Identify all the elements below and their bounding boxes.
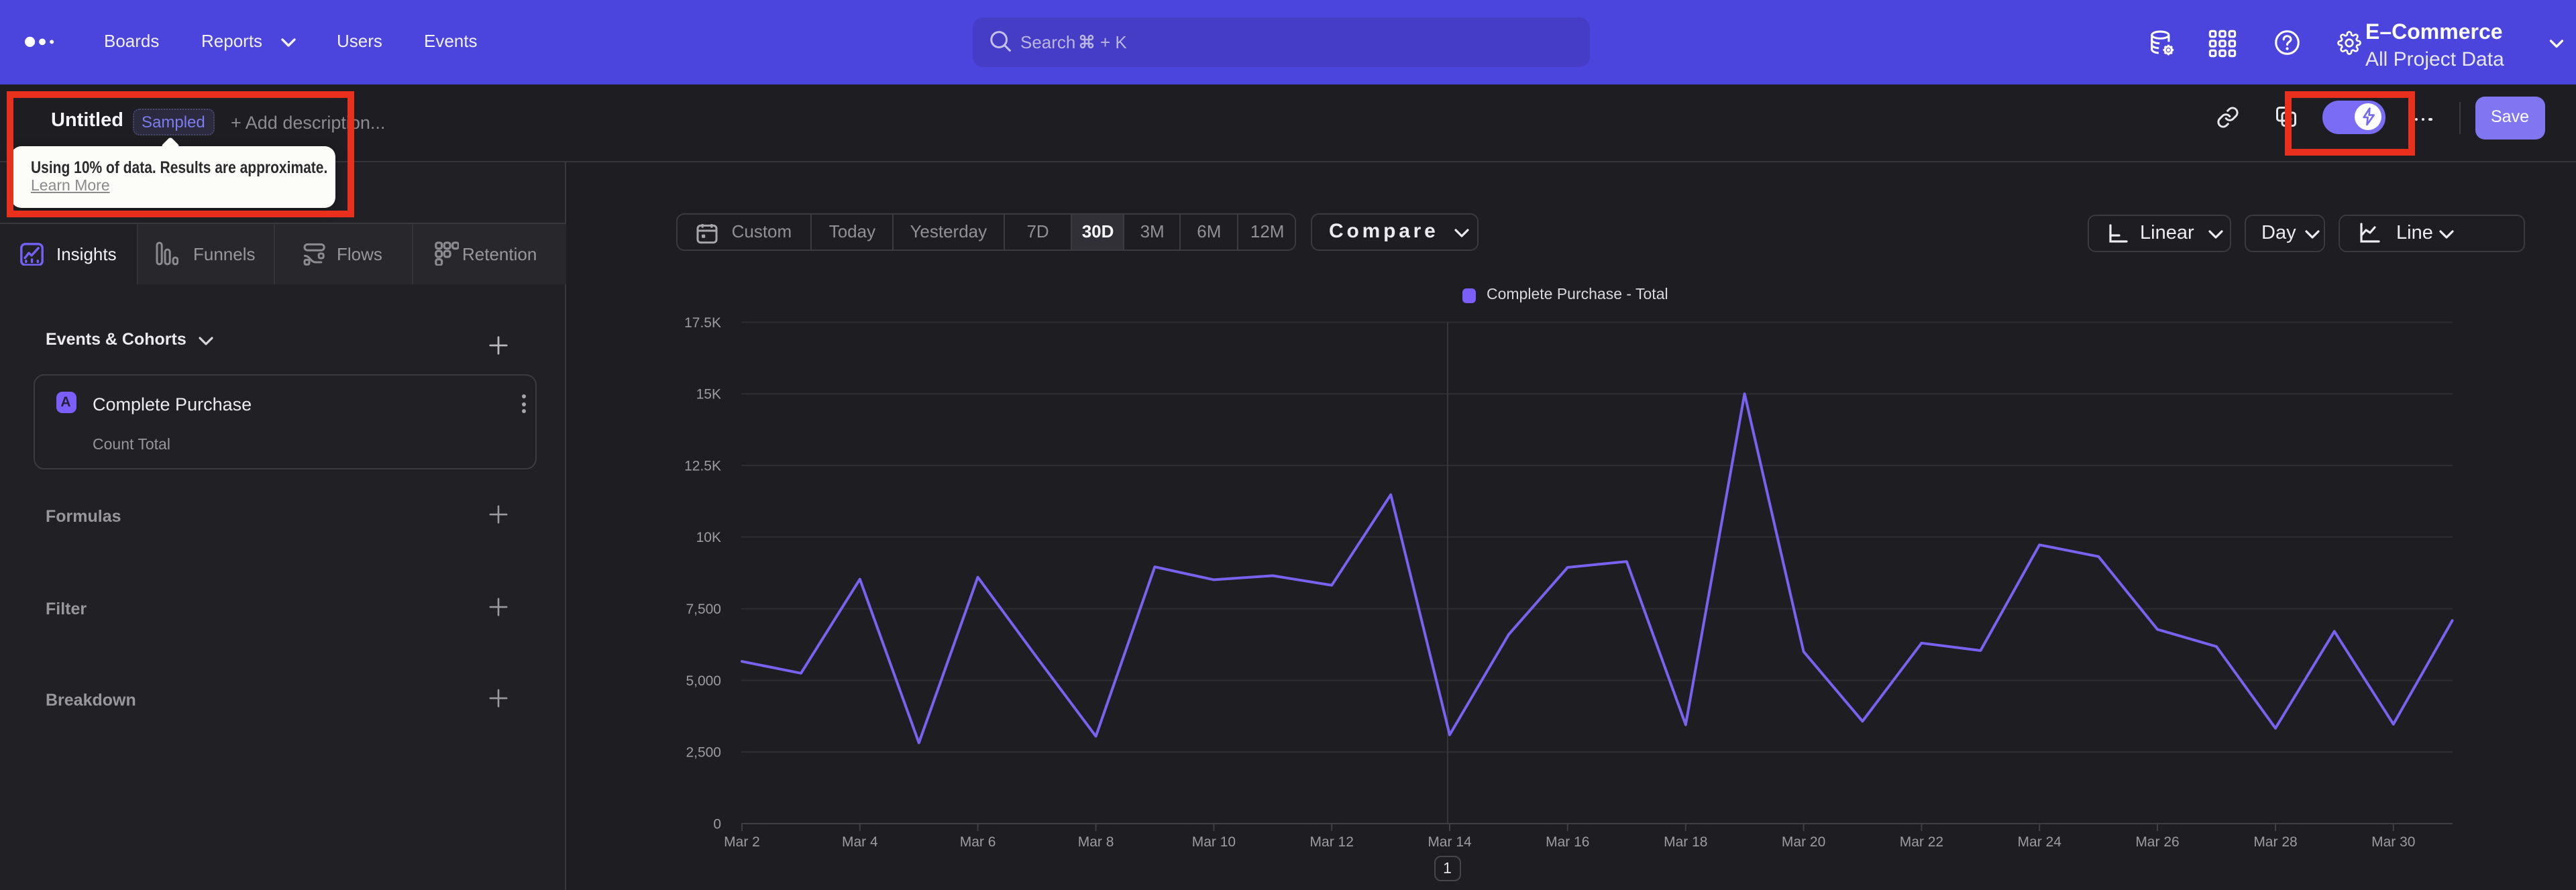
svg-text:Mar 6: Mar 6 (960, 834, 996, 850)
svg-text:Mar 10: Mar 10 (1192, 834, 1236, 850)
svg-text:0: 0 (713, 816, 721, 832)
svg-text:5,000: 5,000 (686, 673, 721, 689)
svg-text:Mar 18: Mar 18 (1664, 834, 1707, 850)
svg-text:12.5K: 12.5K (684, 458, 721, 474)
svg-text:Mar 14: Mar 14 (1428, 834, 1472, 850)
svg-text:15K: 15K (696, 387, 721, 402)
svg-text:Mar 30: Mar 30 (2371, 834, 2415, 850)
svg-text:2,500: 2,500 (686, 745, 721, 761)
svg-text:Mar 12: Mar 12 (1310, 834, 1354, 850)
svg-text:17.5K: 17.5K (684, 315, 721, 331)
svg-text:10K: 10K (696, 530, 721, 545)
svg-text:Mar 28: Mar 28 (2253, 834, 2297, 850)
svg-text:Mar 2: Mar 2 (724, 834, 760, 850)
svg-text:Mar 26: Mar 26 (2135, 834, 2179, 850)
svg-text:Mar 20: Mar 20 (1782, 834, 1825, 850)
svg-text:7,500: 7,500 (686, 602, 721, 617)
svg-text:Mar 24: Mar 24 (2018, 834, 2062, 850)
svg-text:Mar 4: Mar 4 (842, 834, 878, 850)
svg-text:Mar 16: Mar 16 (1546, 834, 1589, 850)
svg-text:Mar 8: Mar 8 (1078, 834, 1114, 850)
svg-text:Mar 22: Mar 22 (1900, 834, 1943, 850)
